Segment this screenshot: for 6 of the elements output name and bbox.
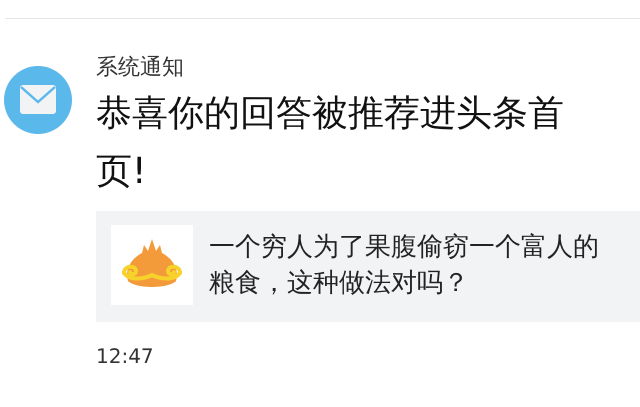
timestamp: 12:47: [96, 344, 155, 368]
question-card[interactable]: 一个穷人为了果腹偷窃一个富人的粮食，这种做法对吗？: [96, 211, 640, 322]
mail-icon: [4, 66, 72, 134]
sender-name: 系统通知: [96, 54, 185, 82]
question-text: 一个穷人为了果腹偷窃一个富人的粮食，这种做法对吗？: [209, 231, 600, 300]
notification-message: 恭喜你的回答被推荐进头条首页!: [96, 92, 565, 194]
